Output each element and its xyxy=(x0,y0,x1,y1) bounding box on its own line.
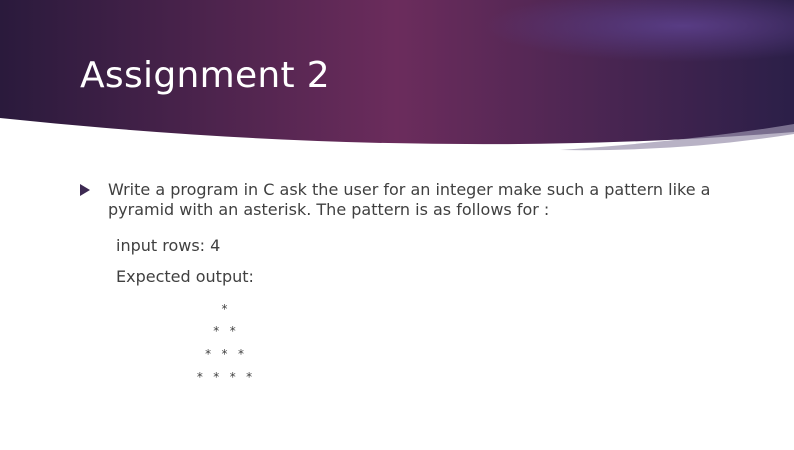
pattern-row-3: * * * xyxy=(204,347,246,361)
input-rows-text: input rows: 4 xyxy=(116,236,221,255)
pattern-row-4: * * * * xyxy=(196,370,254,384)
pattern-row-2: * * xyxy=(212,324,238,338)
slide: Assignment 2 Write a program in C ask th… xyxy=(0,0,794,450)
pattern-row-1: * xyxy=(220,302,230,316)
assignment-description: Write a program in C ask the user for an… xyxy=(108,180,711,219)
triangle-bullet-icon xyxy=(80,184,90,196)
slide-content: Write a program in C ask the user for an… xyxy=(0,0,794,450)
expected-output-label: Expected output: xyxy=(116,267,254,286)
